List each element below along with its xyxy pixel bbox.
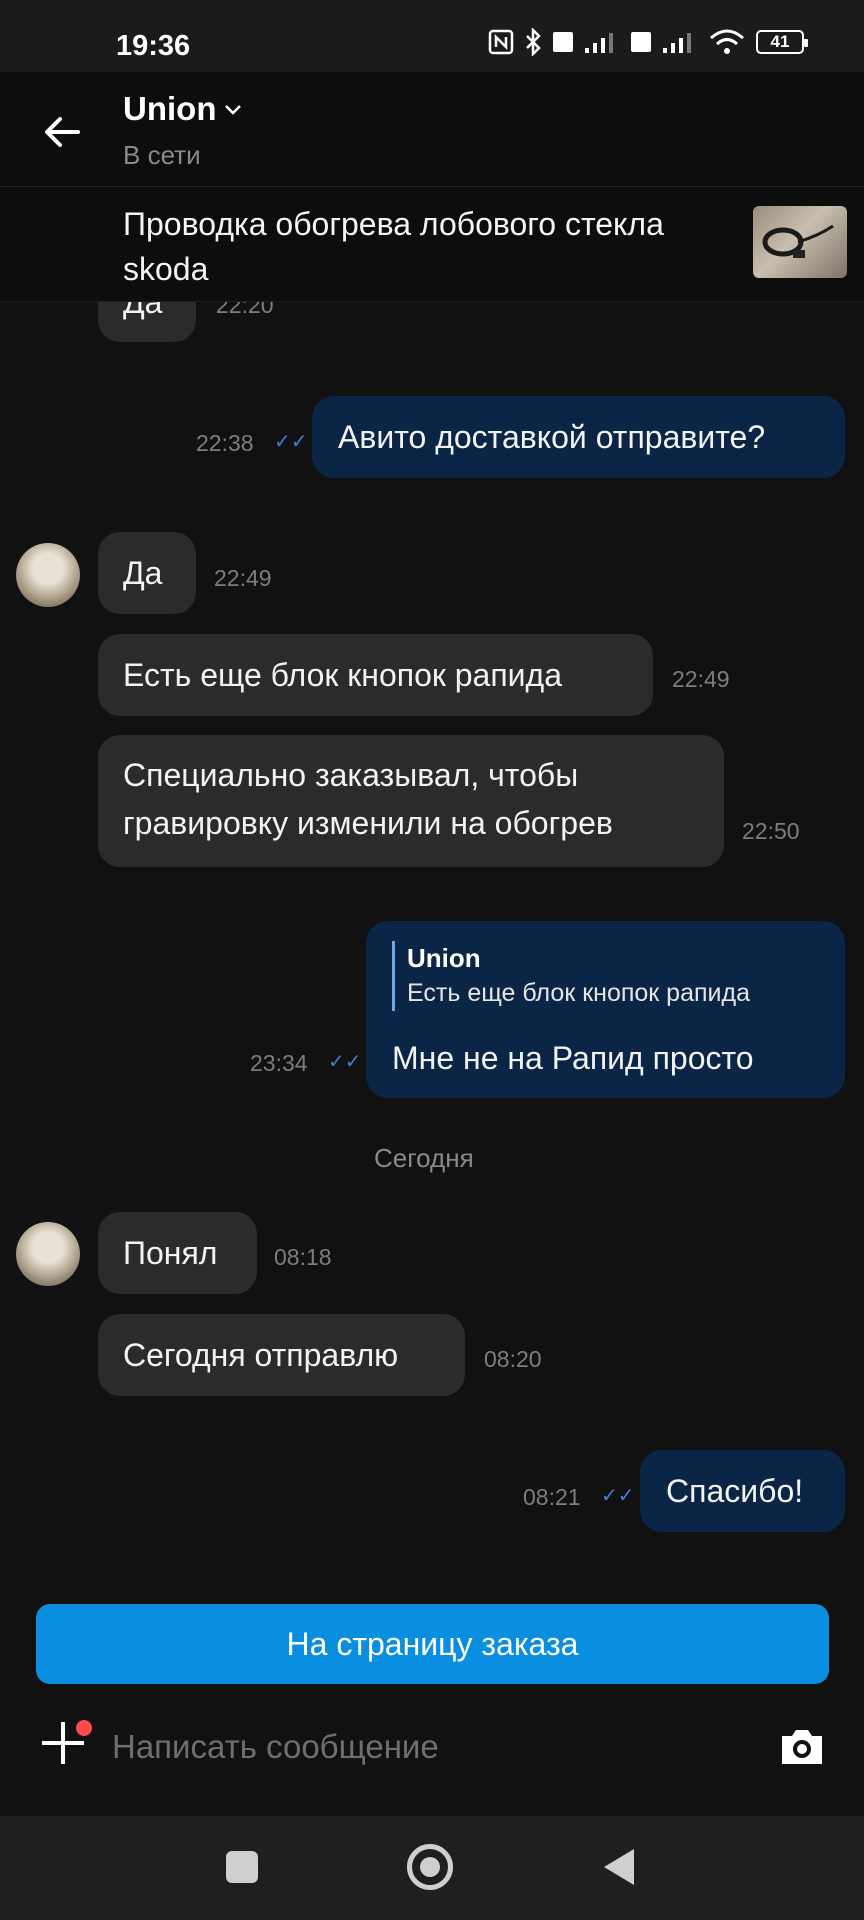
battery-level: 41 (770, 32, 790, 51)
signal-icon (585, 33, 613, 53)
message-bubble[interactable]: Да (98, 532, 196, 614)
message-text: Авито доставкой отправите? (338, 419, 766, 455)
message-time: 22:50 (742, 818, 800, 844)
message-text: Сегодня отправлю (123, 1337, 399, 1373)
message-text: Специально заказывал, чтобы гравировку и… (123, 757, 613, 841)
volte-icon (553, 32, 573, 52)
read-check-icon: ✓✓ (328, 1051, 362, 1073)
reply-author: Union (407, 943, 481, 973)
avatar[interactable] (16, 1222, 80, 1286)
message-input[interactable]: Написать сообщение (112, 1728, 439, 1766)
message-text: Спасибо! (666, 1473, 804, 1509)
reply-text: Есть еще блок кнопок рапида (407, 979, 750, 1007)
reply-quote[interactable]: Union Есть еще блок кнопок рапида (392, 941, 750, 1011)
message-text: Да (123, 555, 163, 591)
message-time: 23:34 (250, 1050, 308, 1076)
message-time: 08:20 (484, 1346, 542, 1372)
message-bubble[interactable]: Авито доставкой отправите? (312, 396, 845, 478)
day-divider: Сегодня (374, 1143, 474, 1173)
message-text: Есть еще блок кнопок рапида (123, 657, 563, 693)
clock: 19:36 (116, 30, 191, 62)
message-bubble[interactable]: Специально заказывал, чтобы гравировку и… (98, 735, 724, 867)
read-check-icon: ✓✓ (274, 431, 308, 453)
message-text: Понял (123, 1235, 218, 1271)
avatar[interactable] (16, 543, 80, 607)
read-check-icon: ✓✓ (601, 1485, 635, 1507)
status-icons: 41 (488, 28, 808, 56)
message-time: 08:18 (274, 1244, 332, 1270)
message-bubble[interactable]: Понял (98, 1212, 257, 1294)
volte-icon (631, 32, 651, 52)
message-bubble[interactable]: Union Есть еще блок кнопок рапида Мне не… (366, 921, 845, 1098)
contact-status: В сети (123, 140, 201, 170)
message-time: 22:38 (196, 430, 254, 456)
wifi-icon (710, 29, 744, 54)
bluetooth-icon (526, 28, 541, 56)
back-arrow-icon[interactable] (38, 108, 86, 156)
nfc-icon (488, 29, 514, 55)
camera-icon[interactable] (778, 1724, 826, 1768)
message-time: 22:49 (672, 666, 730, 692)
contact-name[interactable]: Union (123, 90, 242, 128)
notification-dot (76, 1720, 92, 1736)
message-bubble[interactable]: Есть еще блок кнопок рапида (98, 634, 653, 716)
contact-name-label: Union (123, 90, 217, 127)
recent-apps-button[interactable] (226, 1851, 258, 1883)
order-page-button[interactable]: На страницу заказа (36, 1604, 829, 1684)
message-bubble[interactable]: Спасибо! (640, 1450, 845, 1532)
system-back-button[interactable] (604, 1849, 634, 1885)
wire-image-icon (762, 224, 834, 258)
chevron-down-icon (225, 105, 242, 115)
listing-title: Проводка обогрева лобового стекла skoda (123, 206, 664, 287)
battery-icon: 41 (756, 30, 808, 54)
message-time: 22:49 (214, 565, 272, 591)
message-bubble[interactable]: Сегодня отправлю (98, 1314, 465, 1396)
signal-icon (663, 33, 691, 53)
home-button[interactable] (407, 1844, 453, 1890)
message-time: 08:21 (523, 1484, 581, 1510)
message-text: Мне не на Рапид просто (392, 1040, 754, 1076)
listing-thumbnail[interactable] (753, 206, 847, 278)
